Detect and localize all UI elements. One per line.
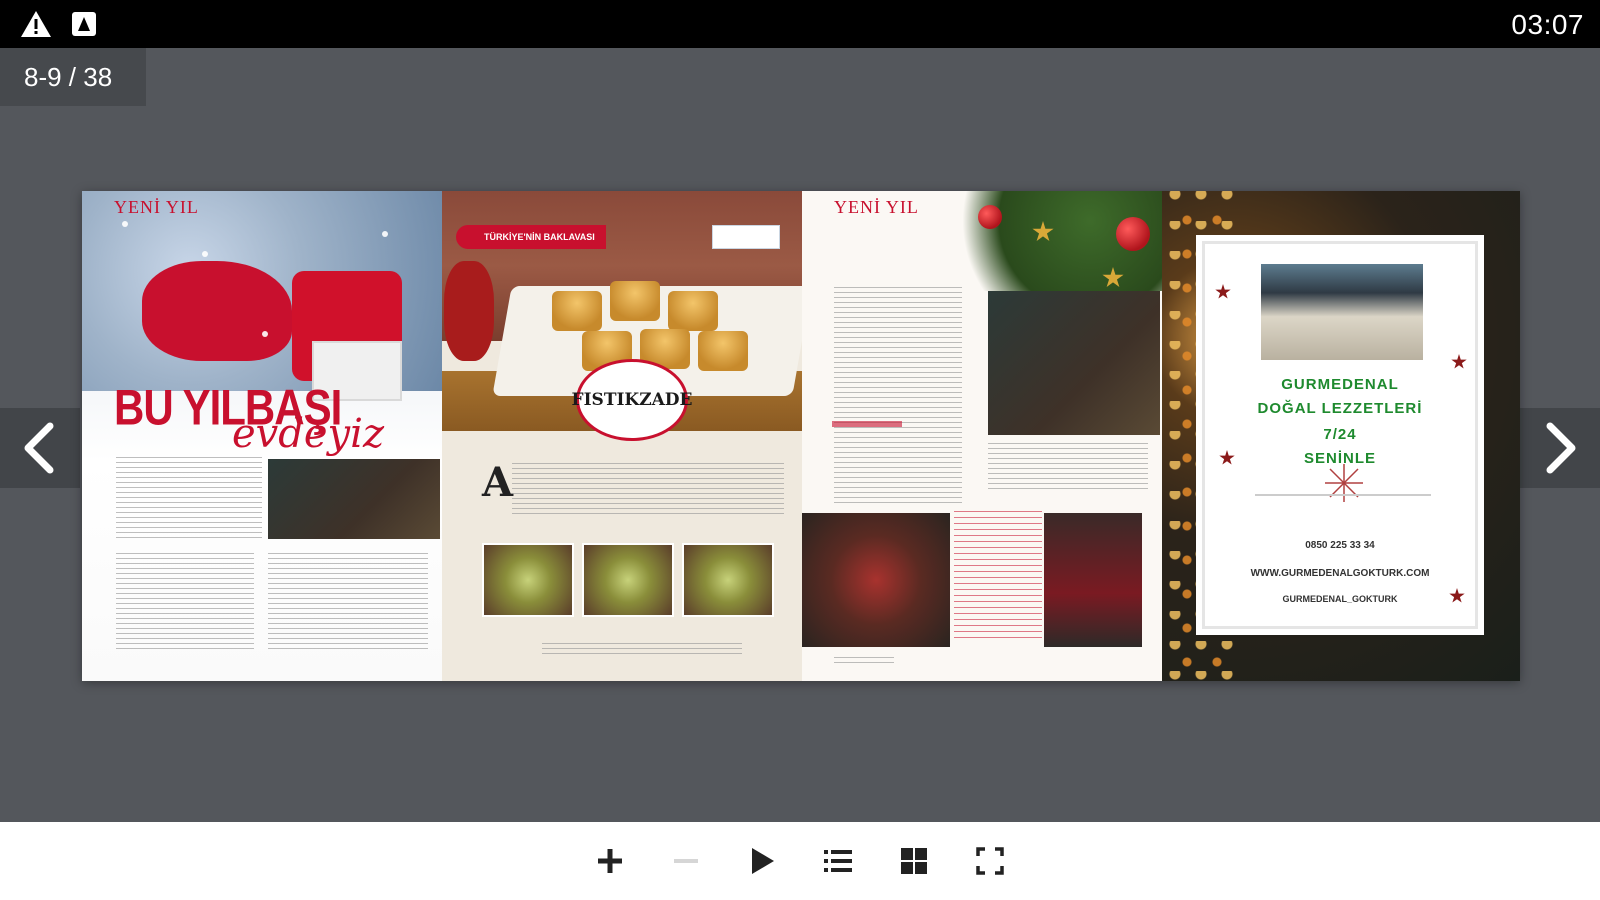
leaf-decoration <box>1451 354 1467 369</box>
fullscreen-button[interactable] <box>973 844 1007 878</box>
status-bar: 03:07 <box>0 0 1600 48</box>
snowflake-icon <box>202 251 208 257</box>
drop-cap: A <box>482 459 514 506</box>
body-text <box>268 553 428 653</box>
section-kicker: YENİ YIL <box>834 197 919 217</box>
brand-logo-badge: FISTIKZADE <box>572 359 693 441</box>
body-text <box>834 287 962 503</box>
magazine-page-9-left[interactable]: YENİ YIL <box>802 191 1162 681</box>
ad-website: WWW.GURMEDENALGOKTURK.COM <box>1250 568 1430 579</box>
body-text <box>116 457 262 539</box>
play-icon <box>752 848 774 874</box>
previous-page-button[interactable] <box>0 408 80 488</box>
page-indicator: 8-9 / 38 <box>0 48 146 106</box>
body-text <box>988 443 1148 493</box>
snowflake-icon <box>122 221 128 227</box>
zoom-out-icon <box>674 859 698 863</box>
magazine-page-9-right[interactable]: GURMEDENAL DOĞAL LEZZETLERİ 7/24 SENİNLE… <box>1162 191 1520 681</box>
article-script-title: evdeyiz <box>232 411 385 457</box>
brand-ribbon: TÜRKİYE'NİN BAKLAVASI <box>456 225 606 249</box>
family-photo <box>268 459 440 539</box>
footer-text <box>542 643 742 655</box>
grid-view-button[interactable] <box>897 844 931 878</box>
play-button[interactable] <box>745 844 779 878</box>
product-thumbnail <box>582 543 674 617</box>
baklava-piece <box>610 281 660 321</box>
grid-view-icon <box>901 848 927 874</box>
notification-app-icon <box>72 12 96 36</box>
baklava-piece <box>698 331 748 371</box>
ad-instagram: GURMEDENAL_GOKTURK <box>1282 594 1398 604</box>
product-thumbnail <box>682 543 774 617</box>
ad-brand: GURMEDENAL <box>1281 376 1399 393</box>
page-number-text <box>834 657 894 665</box>
table-of-contents-button[interactable] <box>821 844 855 878</box>
ornament-image <box>978 205 1002 229</box>
leaf-decoration <box>1215 284 1231 299</box>
table-of-contents-icon <box>824 850 852 872</box>
santa-hat-image <box>142 261 292 361</box>
chevron-right-icon <box>1546 422 1576 474</box>
store-front-photo <box>1261 264 1423 360</box>
zoom-out-button[interactable] <box>669 844 703 878</box>
subheading <box>832 421 902 427</box>
fullscreen-icon <box>976 847 1004 875</box>
next-page-button[interactable] <box>1520 408 1600 488</box>
restaurant-photo <box>988 291 1160 435</box>
magazine-page-8-right[interactable]: TÜRKİYE'NİN BAKLAVASI FISTIKZADE A <box>442 191 802 681</box>
feast-table-photo <box>802 513 950 647</box>
magazine-spread[interactable]: YENİ YIL BU YILBAŞI evdeyiz TÜRKİYE'NİN … <box>82 191 1520 681</box>
body-text <box>116 553 254 653</box>
ad-phone: 0850 225 33 34 <box>1305 540 1375 551</box>
partner-logo <box>712 225 780 249</box>
ad-hours: 7/24 <box>1323 426 1357 443</box>
chevron-left-icon <box>24 422 54 474</box>
status-clock: 03:07 <box>1511 9 1584 40</box>
magazine-page-8-left[interactable]: YENİ YIL BU YILBAŞI evdeyiz <box>82 191 442 681</box>
snowflake-icon <box>1325 464 1363 502</box>
zoom-in-button[interactable] <box>593 844 627 878</box>
quote-text <box>954 511 1042 641</box>
brand-logo-text: FISTIKZADE <box>571 390 693 410</box>
snowflake-icon <box>382 231 388 237</box>
snowflake-icon <box>262 331 268 337</box>
baklava-piece <box>552 291 602 331</box>
red-ornament-image <box>444 261 494 361</box>
ad-tagline: DOĞAL LEZZETLERİ <box>1257 400 1423 417</box>
ornament-image <box>1116 217 1150 251</box>
table-setting-photo <box>1044 513 1142 647</box>
body-text <box>512 463 784 515</box>
advertisement-card: GURMEDENAL DOĞAL LEZZETLERİ 7/24 SENİNLE… <box>1202 241 1478 629</box>
product-thumbnail <box>482 543 574 617</box>
section-kicker: YENİ YIL <box>114 197 199 217</box>
warning-icon <box>21 11 51 37</box>
viewer-toolbar <box>0 822 1600 900</box>
ad-divider <box>1255 494 1431 496</box>
zoom-in-icon <box>598 849 622 873</box>
baklava-piece <box>668 291 718 331</box>
